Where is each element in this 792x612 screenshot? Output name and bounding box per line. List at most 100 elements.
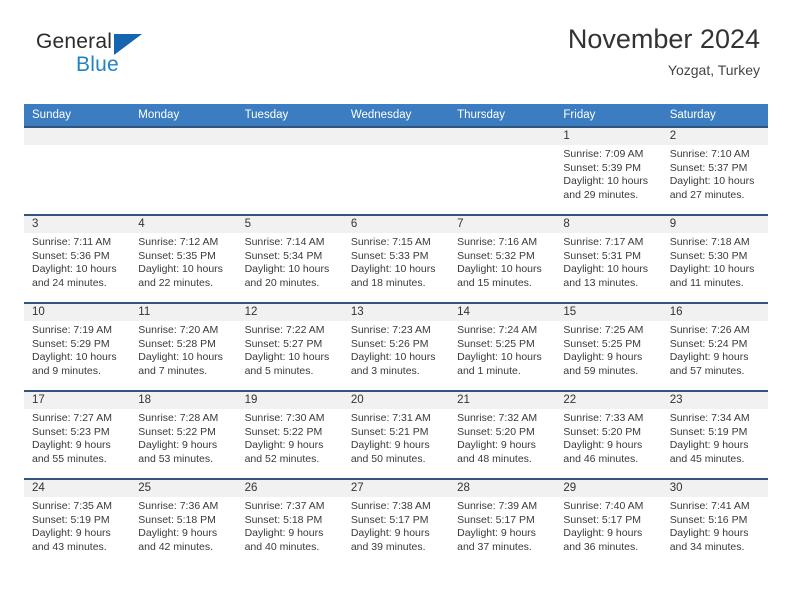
calendar-day-cell[interactable]: 6 Sunrise: 7:15 AM Sunset: 5:33 PM Daylight… — [342, 216, 450, 302]
daylight-text-line1: Daylight: 10 hours — [244, 263, 330, 276]
sunrise-text: Sunrise: 7:27 AM — [32, 412, 112, 424]
daylight-text-line1: Daylight: 9 hours — [563, 439, 643, 452]
daylight-text-line2: and 27 minutes. — [669, 188, 745, 201]
day-details: Sunrise: 7:33 AM Sunset: 5:20 PM Daylight:… — [555, 409, 661, 466]
sunrise-text: Sunrise: 7:14 AM — [244, 236, 325, 248]
day-details: Sunrise: 7:27 AM Sunset: 5:23 PM Daylight:… — [24, 409, 130, 466]
daylight-text-line1: Daylight: 10 hours — [32, 263, 117, 276]
day-details: Sunrise: 7:15 AM Sunset: 5:33 PM Daylight:… — [343, 233, 449, 290]
day-number: 30 — [661, 480, 768, 497]
sunrise-text: Sunrise: 7:39 AM — [457, 500, 538, 512]
sunrise-text: Sunrise: 7:10 AM — [669, 148, 750, 160]
daylight-text-line1: Daylight: 9 hours — [669, 527, 749, 540]
sunset-text: Sunset: 5:25 PM — [563, 337, 642, 350]
calendar-day-cell[interactable]: 1 Sunrise: 7:09 AM Sunset: 5:39 PM Daylight… — [555, 128, 662, 214]
daylight-text-line2: and 37 minutes. — [457, 540, 532, 553]
sunset-text: Sunset: 5:37 PM — [669, 161, 748, 174]
calendar-day-cell[interactable]: 17 Sunrise: 7:27 AM Sunset: 5:23 PM Dayligh… — [24, 392, 131, 478]
calendar-day-cell[interactable]: 22 Sunrise: 7:33 AM Sunset: 5:20 PM Dayligh… — [555, 392, 662, 478]
day-number — [236, 128, 343, 145]
sunrise-text: Sunrise: 7:40 AM — [563, 500, 644, 512]
day-details: Sunrise: 7:28 AM Sunset: 5:22 PM Daylight:… — [130, 409, 236, 466]
day-number: 7 — [449, 216, 556, 233]
sunset-text: Sunset: 5:20 PM — [563, 425, 642, 438]
day-number: 12 — [236, 304, 343, 321]
daylight-text-line2: and 3 minutes. — [350, 364, 420, 377]
calendar-day-cell[interactable]: 15 Sunrise: 7:25 AM Sunset: 5:25 PM Dayligh… — [555, 304, 662, 390]
sunrise-text: Sunrise: 7:34 AM — [669, 412, 750, 424]
daylight-text-line1: Daylight: 9 hours — [457, 439, 536, 452]
calendar-day-cell[interactable]: 25 Sunrise: 7:36 AM Sunset: 5:18 PM Dayligh… — [130, 480, 237, 568]
daylight-text-line2: and 39 minutes. — [350, 540, 426, 553]
calendar-day-cell[interactable]: 16 Sunrise: 7:26 AM Sunset: 5:24 PM Dayligh… — [661, 304, 768, 390]
day-details: Sunrise: 7:19 AM Sunset: 5:29 PM Daylight:… — [24, 321, 130, 378]
calendar-day-cell[interactable]: 3 Sunrise: 7:11 AM Sunset: 5:36 PM Daylight… — [24, 216, 131, 302]
day-number: 18 — [130, 392, 237, 409]
daylight-text-line2: and 45 minutes. — [669, 452, 745, 465]
day-details: Sunrise: 7:11 AM Sunset: 5:36 PM Daylight:… — [24, 233, 130, 290]
day-number: 16 — [661, 304, 768, 321]
calendar-week-row: 24 Sunrise: 7:35 AM Sunset: 5:19 PM Dayligh… — [24, 478, 768, 568]
day-details: Sunrise: 7:37 AM Sunset: 5:18 PM Daylight:… — [237, 497, 343, 554]
day-number: 4 — [130, 216, 237, 233]
calendar-day-cell[interactable]: 8 Sunrise: 7:17 AM Sunset: 5:31 PM Daylight… — [555, 216, 662, 302]
calendar-week-row: 3 Sunrise: 7:11 AM Sunset: 5:36 PM Daylight… — [24, 214, 768, 302]
day-details: Sunrise: 7:32 AM Sunset: 5:20 PM Daylight:… — [449, 409, 555, 466]
sunset-text: Sunset: 5:17 PM — [350, 513, 429, 526]
calendar-day-cell[interactable]: 13 Sunrise: 7:23 AM Sunset: 5:26 PM Dayligh… — [342, 304, 450, 390]
sunrise-text: Sunrise: 7:25 AM — [563, 324, 644, 336]
calendar-day-cell[interactable]: 27 Sunrise: 7:38 AM Sunset: 5:17 PM Dayligh… — [342, 480, 450, 568]
sunset-text: Sunset: 5:17 PM — [563, 513, 642, 526]
weeks-container: 1 Sunrise: 7:09 AM Sunset: 5:39 PM Daylight… — [24, 126, 768, 568]
sunrise-text: Sunrise: 7:20 AM — [138, 324, 219, 336]
calendar-day-cell[interactable]: 29 Sunrise: 7:40 AM Sunset: 5:17 PM Dayligh… — [555, 480, 662, 568]
day-number: 10 — [24, 304, 131, 321]
brand-name-general: General — [36, 30, 113, 53]
calendar-day-cell[interactable]: 26 Sunrise: 7:37 AM Sunset: 5:18 PM Dayligh… — [236, 480, 343, 568]
calendar-day-cell[interactable]: 28 Sunrise: 7:39 AM Sunset: 5:17 PM Dayligh… — [449, 480, 556, 568]
calendar-day-cell[interactable]: 18 Sunrise: 7:28 AM Sunset: 5:22 PM Dayligh… — [130, 392, 237, 478]
daylight-text-line2: and 48 minutes. — [457, 452, 532, 465]
daylight-text-line1: Daylight: 9 hours — [138, 527, 218, 540]
calendar-week-row: 17 Sunrise: 7:27 AM Sunset: 5:23 PM Dayligh… — [24, 390, 768, 478]
day-number — [24, 128, 131, 145]
sunset-text: Sunset: 5:24 PM — [669, 337, 748, 350]
day-number: 24 — [24, 480, 131, 497]
calendar-day-cell[interactable]: 23 Sunrise: 7:34 AM Sunset: 5:19 PM Dayligh… — [661, 392, 768, 478]
calendar-day-cell[interactable]: 12 Sunrise: 7:22 AM Sunset: 5:27 PM Dayligh… — [236, 304, 343, 390]
calendar-day-cell[interactable]: 20 Sunrise: 7:31 AM Sunset: 5:21 PM Dayligh… — [342, 392, 450, 478]
day-details: Sunrise: 7:30 AM Sunset: 5:22 PM Daylight:… — [237, 409, 343, 466]
weekday-header-friday: Friday — [563, 109, 596, 121]
daylight-text-line1: Daylight: 9 hours — [350, 527, 430, 540]
calendar-day-cell[interactable]: 10 Sunrise: 7:19 AM Sunset: 5:29 PM Dayligh… — [24, 304, 131, 390]
daylight-text-line1: Daylight: 10 hours — [457, 351, 542, 364]
calendar-day-cell[interactable]: 4 Sunrise: 7:12 AM Sunset: 5:35 PM Daylight… — [130, 216, 237, 302]
sunset-text: Sunset: 5:20 PM — [457, 425, 535, 438]
sunset-text: Sunset: 5:19 PM — [32, 513, 110, 526]
daylight-text-line1: Daylight: 10 hours — [457, 263, 542, 276]
sunrise-text: Sunrise: 7:30 AM — [244, 412, 325, 424]
calendar-day-cell[interactable]: 14 Sunrise: 7:24 AM Sunset: 5:25 PM Dayligh… — [449, 304, 556, 390]
calendar-day-cell[interactable]: 9 Sunrise: 7:18 AM Sunset: 5:30 PM Daylight… — [661, 216, 768, 302]
day-details: Sunrise: 7:41 AM Sunset: 5:16 PM Daylight:… — [662, 497, 768, 554]
calendar-day-cell[interactable]: 5 Sunrise: 7:14 AM Sunset: 5:34 PM Daylight… — [236, 216, 343, 302]
day-details: Sunrise: 7:20 AM Sunset: 5:28 PM Daylight:… — [130, 321, 236, 378]
daylight-text-line1: Daylight: 10 hours — [32, 351, 117, 364]
day-details: Sunrise: 7:34 AM Sunset: 5:19 PM Daylight:… — [662, 409, 768, 466]
daylight-text-line1: Daylight: 9 hours — [563, 351, 643, 364]
triangle-icon — [114, 34, 142, 55]
calendar-day-cell[interactable]: 11 Sunrise: 7:20 AM Sunset: 5:28 PM Dayligh… — [130, 304, 237, 390]
calendar-day-cell[interactable]: 2 Sunrise: 7:10 AM Sunset: 5:37 PM Daylight… — [661, 128, 768, 214]
sunrise-text: Sunrise: 7:41 AM — [669, 500, 750, 512]
daylight-text-line2: and 46 minutes. — [563, 452, 639, 465]
brand-logo[interactable]: General Blue — [36, 30, 216, 86]
calendar-day-cell[interactable]: 21 Sunrise: 7:32 AM Sunset: 5:20 PM Dayligh… — [449, 392, 556, 478]
calendar-day-cell[interactable]: 7 Sunrise: 7:16 AM Sunset: 5:32 PM Daylight… — [449, 216, 556, 302]
calendar-day-cell[interactable]: 30 Sunrise: 7:41 AM Sunset: 5:16 PM Dayligh… — [661, 480, 768, 568]
day-details: Sunrise: 7:22 AM Sunset: 5:27 PM Daylight:… — [237, 321, 343, 378]
sunrise-text: Sunrise: 7:18 AM — [669, 236, 750, 248]
weekday-header-thursday: Thursday — [457, 109, 506, 121]
calendar-day-cell[interactable]: 19 Sunrise: 7:30 AM Sunset: 5:22 PM Dayligh… — [236, 392, 343, 478]
calendar-day-cell[interactable]: 24 Sunrise: 7:35 AM Sunset: 5:19 PM Dayligh… — [24, 480, 131, 568]
day-number: 25 — [130, 480, 237, 497]
